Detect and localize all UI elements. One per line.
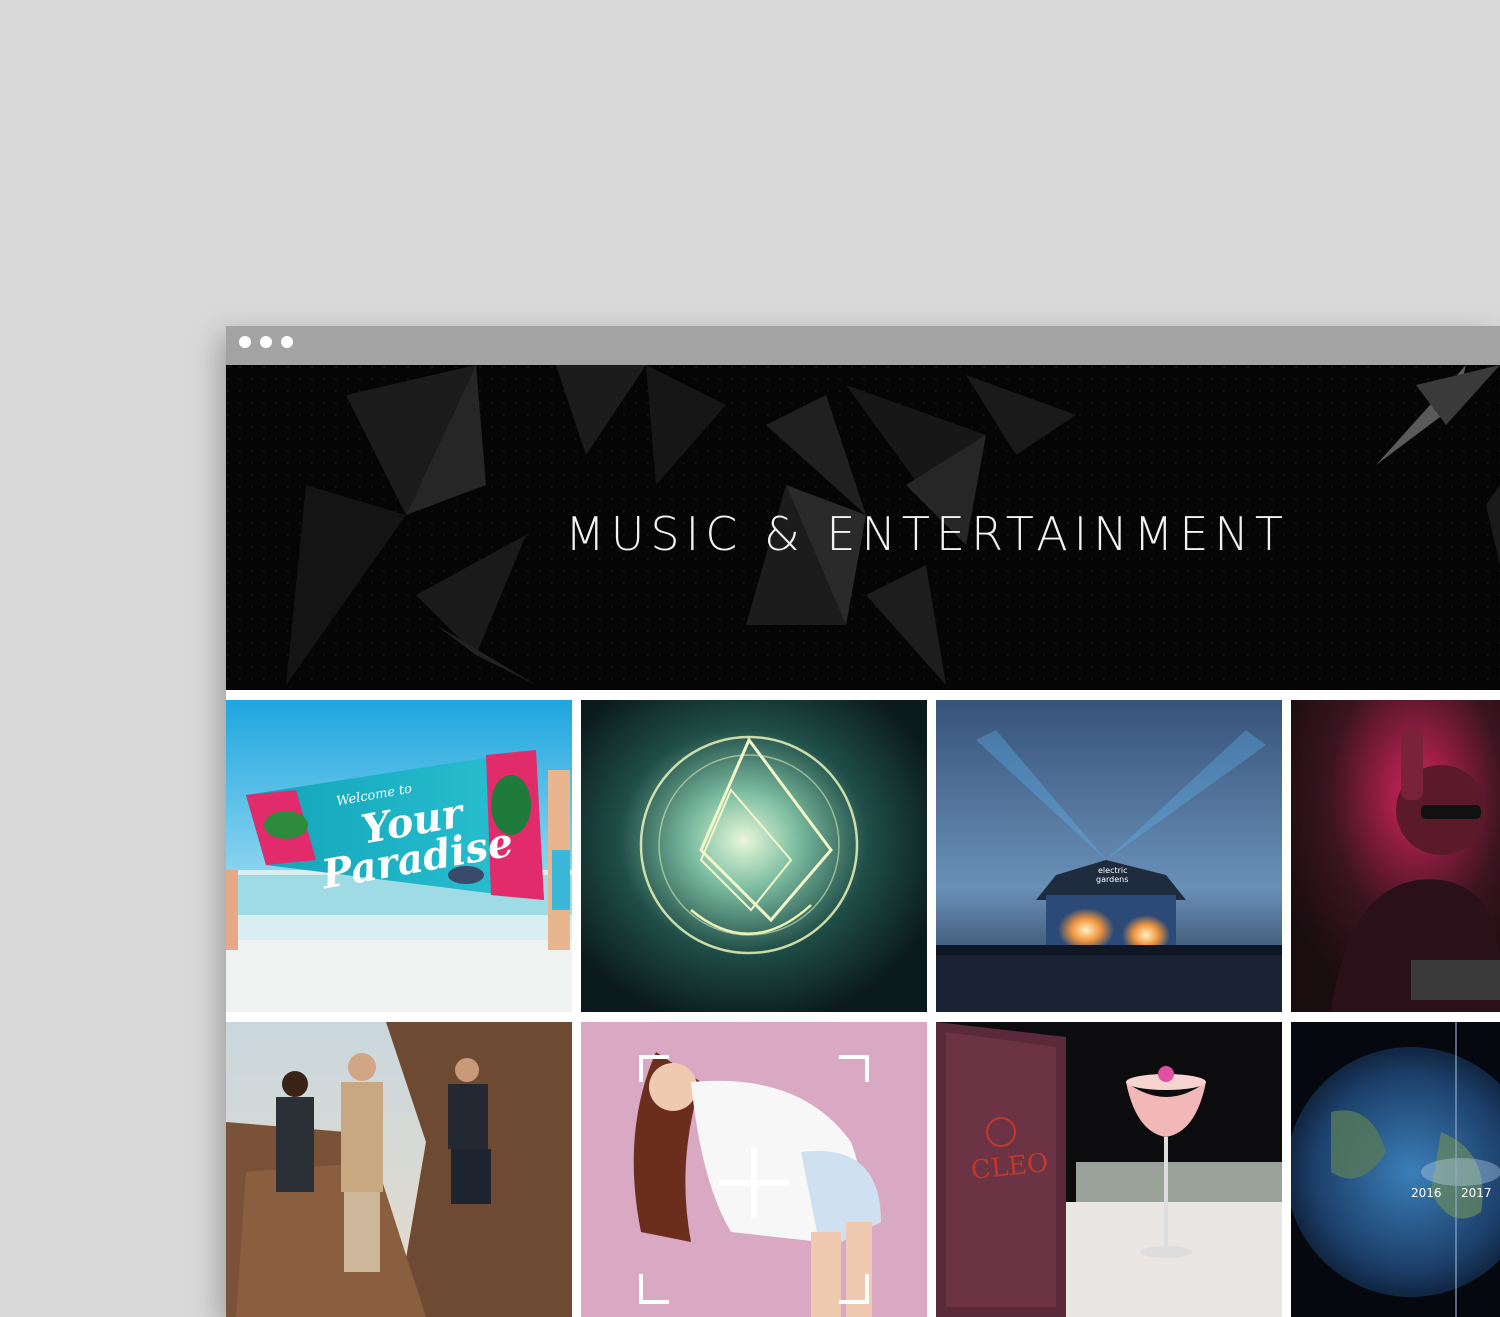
stage-sign-line1: electric xyxy=(1098,866,1128,875)
hero-banner: MUSIC & ENTERTAINMENT xyxy=(226,365,1500,690)
browser-titlebar xyxy=(226,326,1500,365)
dj-image xyxy=(1291,700,1500,1012)
gallery-tile-paradise[interactable]: Welcome to Your Paradise xyxy=(226,700,572,1012)
model-image xyxy=(581,1022,927,1317)
stage-image xyxy=(936,700,1282,1012)
hero-title: MUSIC & ENTERTAINMENT xyxy=(565,507,1289,561)
rocks-image xyxy=(226,1022,572,1317)
gallery-tile-stage[interactable]: electric gardens xyxy=(936,700,1282,1012)
stage-sign-line2: gardens xyxy=(1096,875,1129,884)
gallery-tile-earth[interactable]: 2016 2017 xyxy=(1291,1022,1500,1317)
browser-window: MUSIC & ENTERTAINMENT Welcome to Your Pa… xyxy=(226,326,1500,1317)
gallery-tile-dj[interactable] xyxy=(1291,700,1500,1012)
gallery-tile-emblem[interactable] xyxy=(581,700,927,1012)
window-control-dot[interactable] xyxy=(260,336,272,348)
gallery-tile-cocktail[interactable]: CLEO xyxy=(936,1022,1282,1317)
gallery-tile-model[interactable] xyxy=(581,1022,927,1317)
earth-image xyxy=(1291,1022,1500,1317)
window-control-dot[interactable] xyxy=(281,336,293,348)
timeline-year-2016: 2016 xyxy=(1411,1186,1442,1200)
emblem-image xyxy=(581,700,927,1012)
window-control-dot[interactable] xyxy=(239,336,251,348)
gallery-tile-rocks[interactable] xyxy=(226,1022,572,1317)
timeline-year-2017: 2017 xyxy=(1461,1186,1492,1200)
